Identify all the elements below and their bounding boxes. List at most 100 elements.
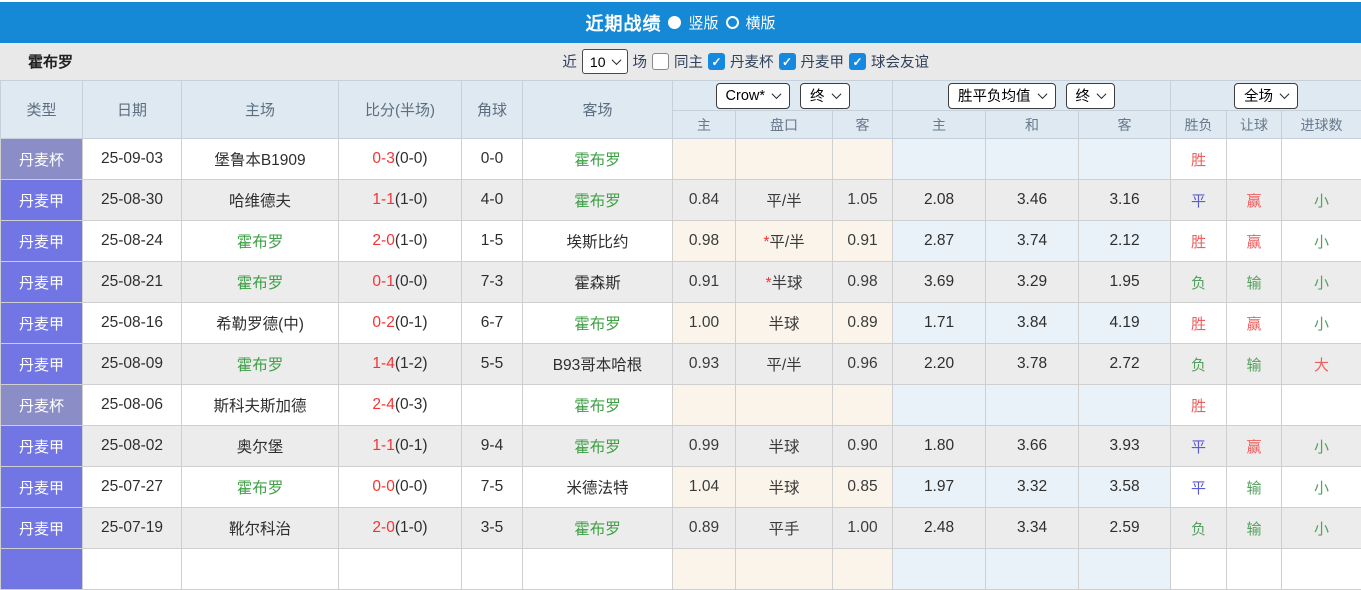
score-halftime: (1-0) xyxy=(395,191,428,208)
odds-final-select[interactable]: 终 xyxy=(800,83,850,109)
page-title: 近期战绩 xyxy=(585,10,661,36)
score-halftime: (1-0) xyxy=(395,232,428,249)
radio-horizontal-label[interactable]: 横版 xyxy=(746,12,776,33)
table-row: 丹麦甲 25-08-21 霍布罗 0-1(0-0) 7-3 霍森斯 0.91 *… xyxy=(1,262,1361,303)
cell-handicap-result: 输 xyxy=(1227,262,1282,303)
cell-avg-win: 3.69 xyxy=(893,262,986,303)
cell-avg-lose xyxy=(1079,549,1171,590)
cell-type: 丹麦杯 xyxy=(1,385,83,426)
odds-final-select-value: 终 xyxy=(810,85,825,106)
cell-odds-home: 0.93 xyxy=(673,344,736,385)
handicap-text: 半球 xyxy=(768,316,799,333)
col-header-score: 比分(半场) xyxy=(339,81,462,139)
filter-league-checkbox[interactable] xyxy=(779,53,796,70)
col-header-away: 客场 xyxy=(523,81,673,139)
cell-type: 丹麦甲 xyxy=(1,467,83,508)
cell-handicap: 半球 xyxy=(736,426,833,467)
avg-final-select[interactable]: 终 xyxy=(1066,83,1116,109)
cell-corners: 3-5 xyxy=(462,508,523,549)
table-row: 丹麦甲 25-08-02 奥尔堡 1-1(0-1) 9-4 霍布罗 0.99 半… xyxy=(1,426,1361,467)
cell-away-team: 霍布罗 xyxy=(523,180,673,221)
filter-cup-checkbox[interactable] xyxy=(708,53,725,70)
cell-home-team: 霍布罗 xyxy=(182,262,339,303)
cell-handicap-result xyxy=(1227,549,1282,590)
cell-handicap: *半球 xyxy=(736,262,833,303)
score-fulltime: 2-0 xyxy=(372,232,394,249)
cell-avg-lose xyxy=(1079,385,1171,426)
col-header-home: 主场 xyxy=(182,81,339,139)
cell-score xyxy=(339,549,462,590)
cell-goals: 小 xyxy=(1282,262,1361,303)
scope-select[interactable]: 全场 xyxy=(1234,83,1298,109)
bookmaker-select[interactable]: Crow* xyxy=(716,83,790,109)
cell-odds-away: 0.96 xyxy=(833,344,893,385)
chevron-down-icon xyxy=(1097,89,1107,99)
radio-vertical-label[interactable]: 竖版 xyxy=(688,12,718,33)
recent-label: 近 xyxy=(562,51,577,72)
cell-odds-home xyxy=(673,549,736,590)
score-fulltime: 2-4 xyxy=(372,396,394,413)
score-fulltime: 1-4 xyxy=(372,355,394,372)
cell-avg-draw: 3.84 xyxy=(986,303,1079,344)
cell-odds-home: 0.89 xyxy=(673,508,736,549)
filter-league-label: 丹麦甲 xyxy=(801,51,845,72)
radio-horizontal[interactable] xyxy=(726,16,739,29)
cell-corners xyxy=(462,385,523,426)
cell-avg-win: 2.08 xyxy=(893,180,986,221)
avg-metric-select[interactable]: 胜平负均值 xyxy=(948,83,1056,109)
table-row: 丹麦甲 25-08-09 霍布罗 1-4(1-2) 5-5 B93哥本哈根 0.… xyxy=(1,344,1361,385)
subheader-goals: 进球数 xyxy=(1282,111,1361,139)
handicap-text: 平/半 xyxy=(766,193,801,210)
subheader-odds-away: 客 xyxy=(833,111,893,139)
cell-date: 25-08-06 xyxy=(83,385,182,426)
cell-score: 0-1(0-0) xyxy=(339,262,462,303)
cell-handicap-result xyxy=(1227,385,1282,426)
filter-controls: 近 10 场 同主 丹麦杯 丹麦甲 球会友谊 xyxy=(562,49,929,74)
handicap-text: 平手 xyxy=(768,521,799,538)
cell-corners: 7-3 xyxy=(462,262,523,303)
radio-vertical-selected[interactable] xyxy=(668,16,681,29)
chevron-down-icon xyxy=(1280,89,1290,99)
cell-date: 25-08-16 xyxy=(83,303,182,344)
cell-away-team: 霍布罗 xyxy=(523,426,673,467)
cell-avg-lose: 3.16 xyxy=(1079,180,1171,221)
cell-handicap xyxy=(736,385,833,426)
cell-handicap: 平/半 xyxy=(736,180,833,221)
avg-metric-select-value: 胜平负均值 xyxy=(958,85,1031,106)
table-row: 丹麦甲 25-07-19 靴尔科治 2-0(1-0) 3-5 霍布罗 0.89 … xyxy=(1,508,1361,549)
cell-handicap xyxy=(736,139,833,180)
cell-avg-draw: 3.32 xyxy=(986,467,1079,508)
col-header-date: 日期 xyxy=(83,81,182,139)
cell-handicap: 半球 xyxy=(736,303,833,344)
subheader-handicap: 盘口 xyxy=(736,111,833,139)
subheader-result: 胜负 xyxy=(1171,111,1227,139)
table-row: 丹麦甲 25-08-16 希勒罗德(中) 0-2(0-1) 6-7 霍布罗 1.… xyxy=(1,303,1361,344)
cell-home-team: 霍布罗 xyxy=(182,344,339,385)
cell-away-team xyxy=(523,549,673,590)
same-home-checkbox[interactable] xyxy=(652,53,669,70)
score-fulltime: 0-0 xyxy=(372,478,394,495)
recent-count-select[interactable]: 10 xyxy=(582,49,628,74)
cell-home-team: 靴尔科治 xyxy=(182,508,339,549)
score-fulltime: 0-3 xyxy=(372,150,394,167)
cell-odds-away xyxy=(833,139,893,180)
subheader-avg-draw: 和 xyxy=(986,111,1079,139)
cell-avg-lose: 2.12 xyxy=(1079,221,1171,262)
cell-home-team: 霍布罗 xyxy=(182,221,339,262)
cell-type: 丹麦甲 xyxy=(1,508,83,549)
cell-type: 丹麦甲 xyxy=(1,262,83,303)
filter-friendly-checkbox[interactable] xyxy=(849,53,866,70)
odds-dropdown-cell: Crow* 终 xyxy=(673,81,893,111)
cell-odds-away: 0.91 xyxy=(833,221,893,262)
scope-dropdown-cell: 全场 xyxy=(1171,81,1361,111)
cell-avg-win xyxy=(893,385,986,426)
cell-result: 负 xyxy=(1171,344,1227,385)
cell-avg-lose: 4.19 xyxy=(1079,303,1171,344)
cell-score: 0-2(0-1) xyxy=(339,303,462,344)
cell-date: 25-09-03 xyxy=(83,139,182,180)
cell-home-team: 堡鲁本B1909 xyxy=(182,139,339,180)
score-halftime: (0-0) xyxy=(395,150,428,167)
cell-result: 负 xyxy=(1171,508,1227,549)
cell-score: 1-1(0-1) xyxy=(339,426,462,467)
cell-type: 丹麦甲 xyxy=(1,344,83,385)
